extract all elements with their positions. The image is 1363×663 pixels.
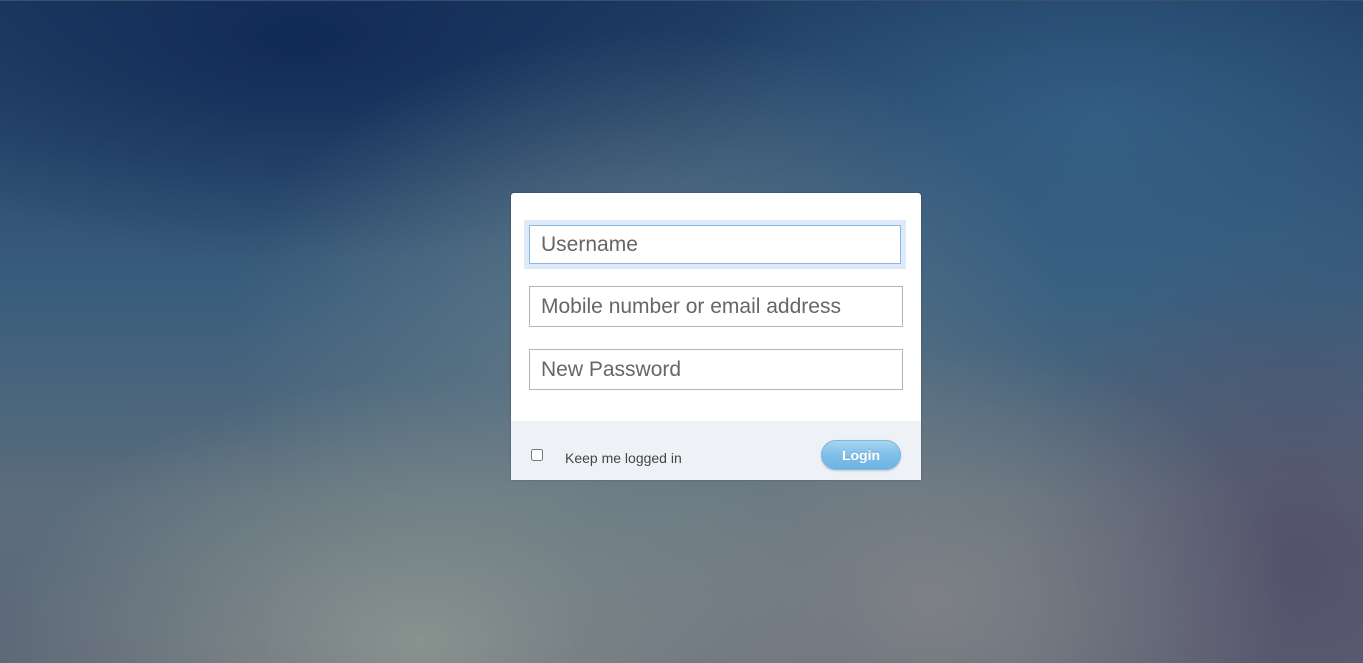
mobile-or-email-input[interactable] [529,286,903,327]
username-input[interactable] [529,225,901,264]
new-password-input[interactable] [529,349,903,390]
login-panel: Keep me logged in Login [511,193,921,480]
login-button[interactable]: Login [821,440,901,470]
keep-logged-in-label: Keep me logged in [565,450,682,466]
window-top-edge [0,0,1363,1]
keep-logged-in-checkbox[interactable] [531,449,543,461]
login-footer-bar: Keep me logged in Login [511,421,921,480]
